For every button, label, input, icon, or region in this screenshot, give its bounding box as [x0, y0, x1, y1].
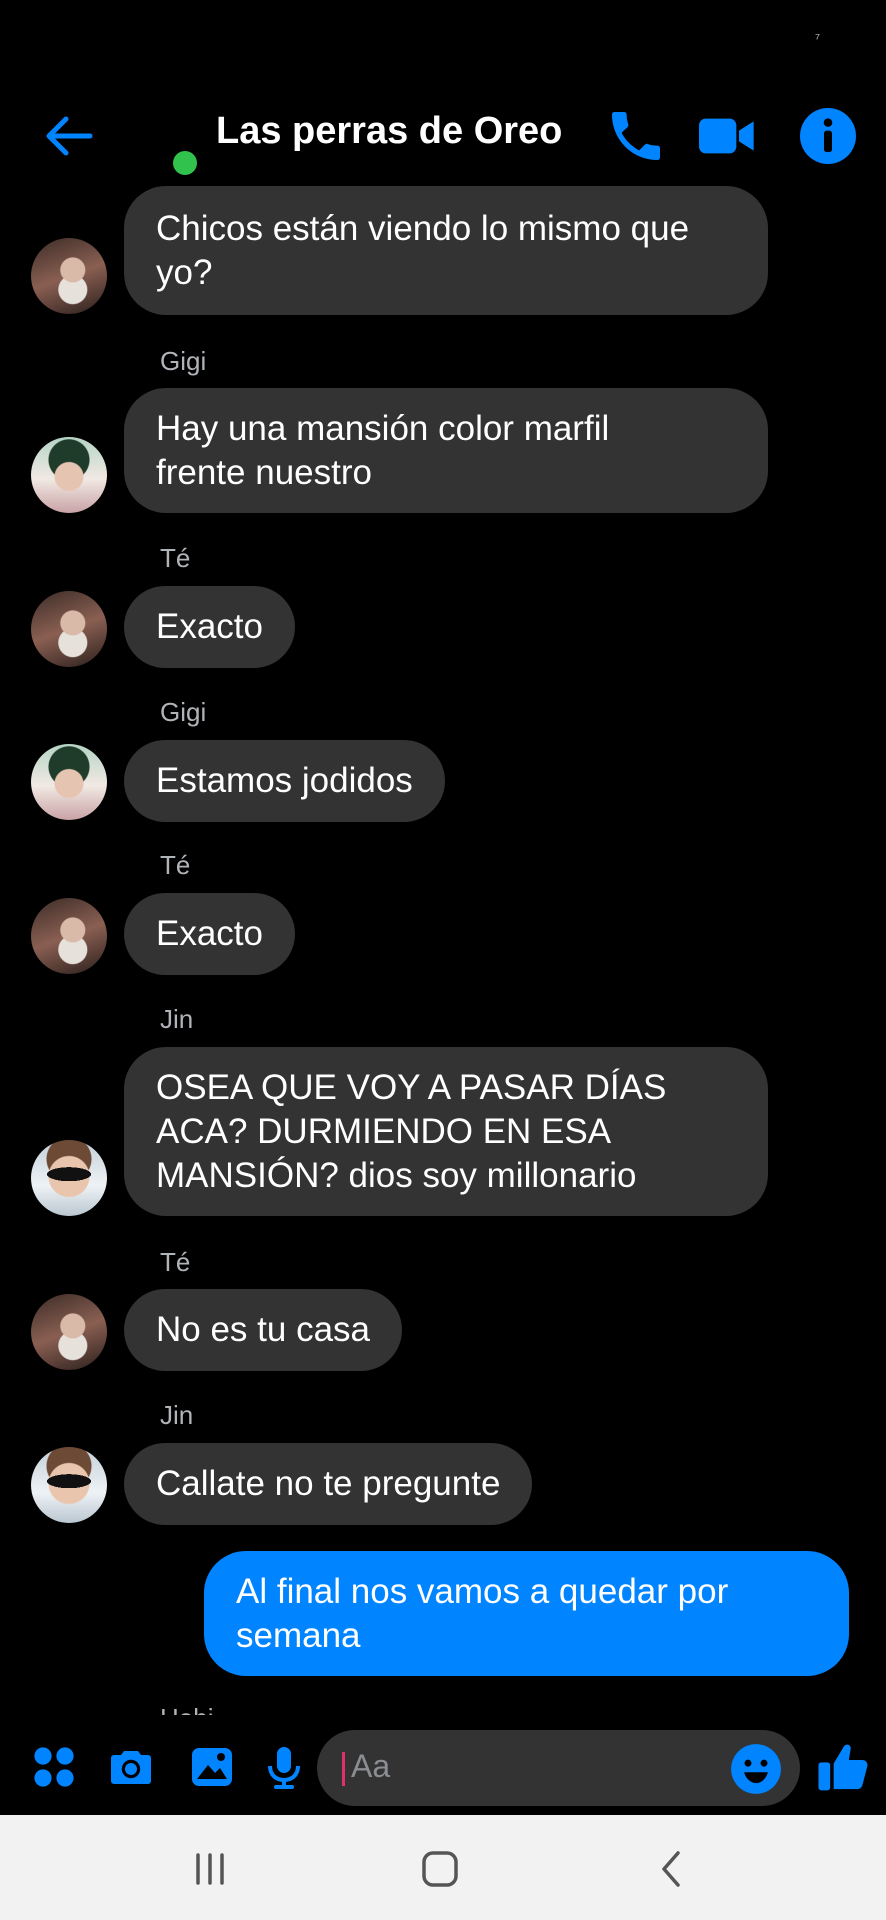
sender-name: Gigi [160, 697, 207, 727]
message-line: MANSIÓN? dios soy millonario [156, 1155, 637, 1195]
message-bubble[interactable]: Exacto [124, 893, 295, 975]
home-icon[interactable] [418, 1847, 462, 1891]
sender-name: Hobi [160, 1703, 213, 1715]
sender-name: Jin [160, 1400, 194, 1430]
camera-icon[interactable] [107, 1743, 155, 1791]
microphone-icon[interactable] [260, 1743, 308, 1791]
sender-name: Té [160, 543, 191, 573]
message-bubble[interactable]: Hay una mansión color marfil frente nues… [124, 388, 768, 513]
message-list[interactable]: Chicos están viendo lo mismo que yo? Gig… [0, 0, 886, 1715]
message-text: Callate no te pregunte [156, 1464, 501, 1503]
avatar[interactable] [31, 437, 107, 513]
message-text: No es tu casa [156, 1310, 370, 1349]
avatar[interactable] [31, 1447, 107, 1523]
message-text: Chicos están viendo lo mismo que yo? [156, 207, 689, 295]
message-line: Al final nos vamos a quedar por [236, 1571, 729, 1611]
message-line: OSEA QUE VOY A PASAR DÍAS [156, 1067, 667, 1107]
avatar[interactable] [31, 898, 107, 974]
avatar[interactable] [31, 591, 107, 667]
message-text: Hay una mansión color marfil frente nues… [156, 407, 609, 495]
avatar[interactable] [31, 238, 107, 314]
gallery-icon[interactable] [188, 1743, 236, 1791]
message-line: Hay una mansión color marfil [156, 408, 610, 448]
sender-name: Jin [160, 1004, 194, 1034]
message-input[interactable]: Aa [317, 1730, 800, 1806]
text-cursor [342, 1752, 345, 1786]
emoji-icon[interactable] [730, 1743, 782, 1795]
apps-icon[interactable] [30, 1743, 78, 1791]
system-navigation-bar [0, 1815, 886, 1920]
message-text: Al final nos vamos a quedar por semana [236, 1570, 728, 1658]
message-line: ACA? DURMIENDO EN ESA [156, 1111, 612, 1151]
avatar[interactable] [31, 1140, 107, 1216]
message-bubble[interactable]: Estamos jodidos [124, 740, 445, 822]
message-line: yo? [156, 252, 213, 292]
message-text: OSEA QUE VOY A PASAR DÍAS ACA? DURMIENDO… [156, 1066, 666, 1198]
message-text: Exacto [156, 607, 263, 646]
message-line: Chicos están viendo lo mismo que [156, 208, 690, 248]
recent-apps-icon[interactable] [188, 1847, 232, 1891]
message-composer: Aa [0, 1715, 886, 1815]
message-bubble[interactable]: Callate no te pregunte [124, 1443, 533, 1525]
message-bubble[interactable]: OSEA QUE VOY A PASAR DÍAS ACA? DURMIENDO… [124, 1047, 768, 1216]
sender-name: Gigi [160, 346, 207, 376]
sender-name: Té [160, 1247, 191, 1277]
message-line: semana [236, 1615, 361, 1655]
avatar[interactable] [31, 1294, 107, 1370]
message-line: frente nuestro [156, 452, 372, 492]
back-icon[interactable] [650, 1847, 694, 1891]
sender-name: Té [160, 850, 191, 880]
message-bubble[interactable]: Chicos están viendo lo mismo que yo? [124, 186, 768, 315]
thumbs-up-icon[interactable] [815, 1739, 871, 1795]
message-bubble[interactable]: Exacto [124, 586, 295, 668]
outgoing-message-bubble[interactable]: Al final nos vamos a quedar por semana [204, 1551, 849, 1676]
message-text: Estamos jodidos [156, 761, 413, 800]
message-text: Exacto [156, 914, 263, 953]
avatar[interactable] [31, 744, 107, 820]
message-bubble[interactable]: No es tu casa [124, 1289, 402, 1371]
message-placeholder: Aa [351, 1748, 391, 1784]
